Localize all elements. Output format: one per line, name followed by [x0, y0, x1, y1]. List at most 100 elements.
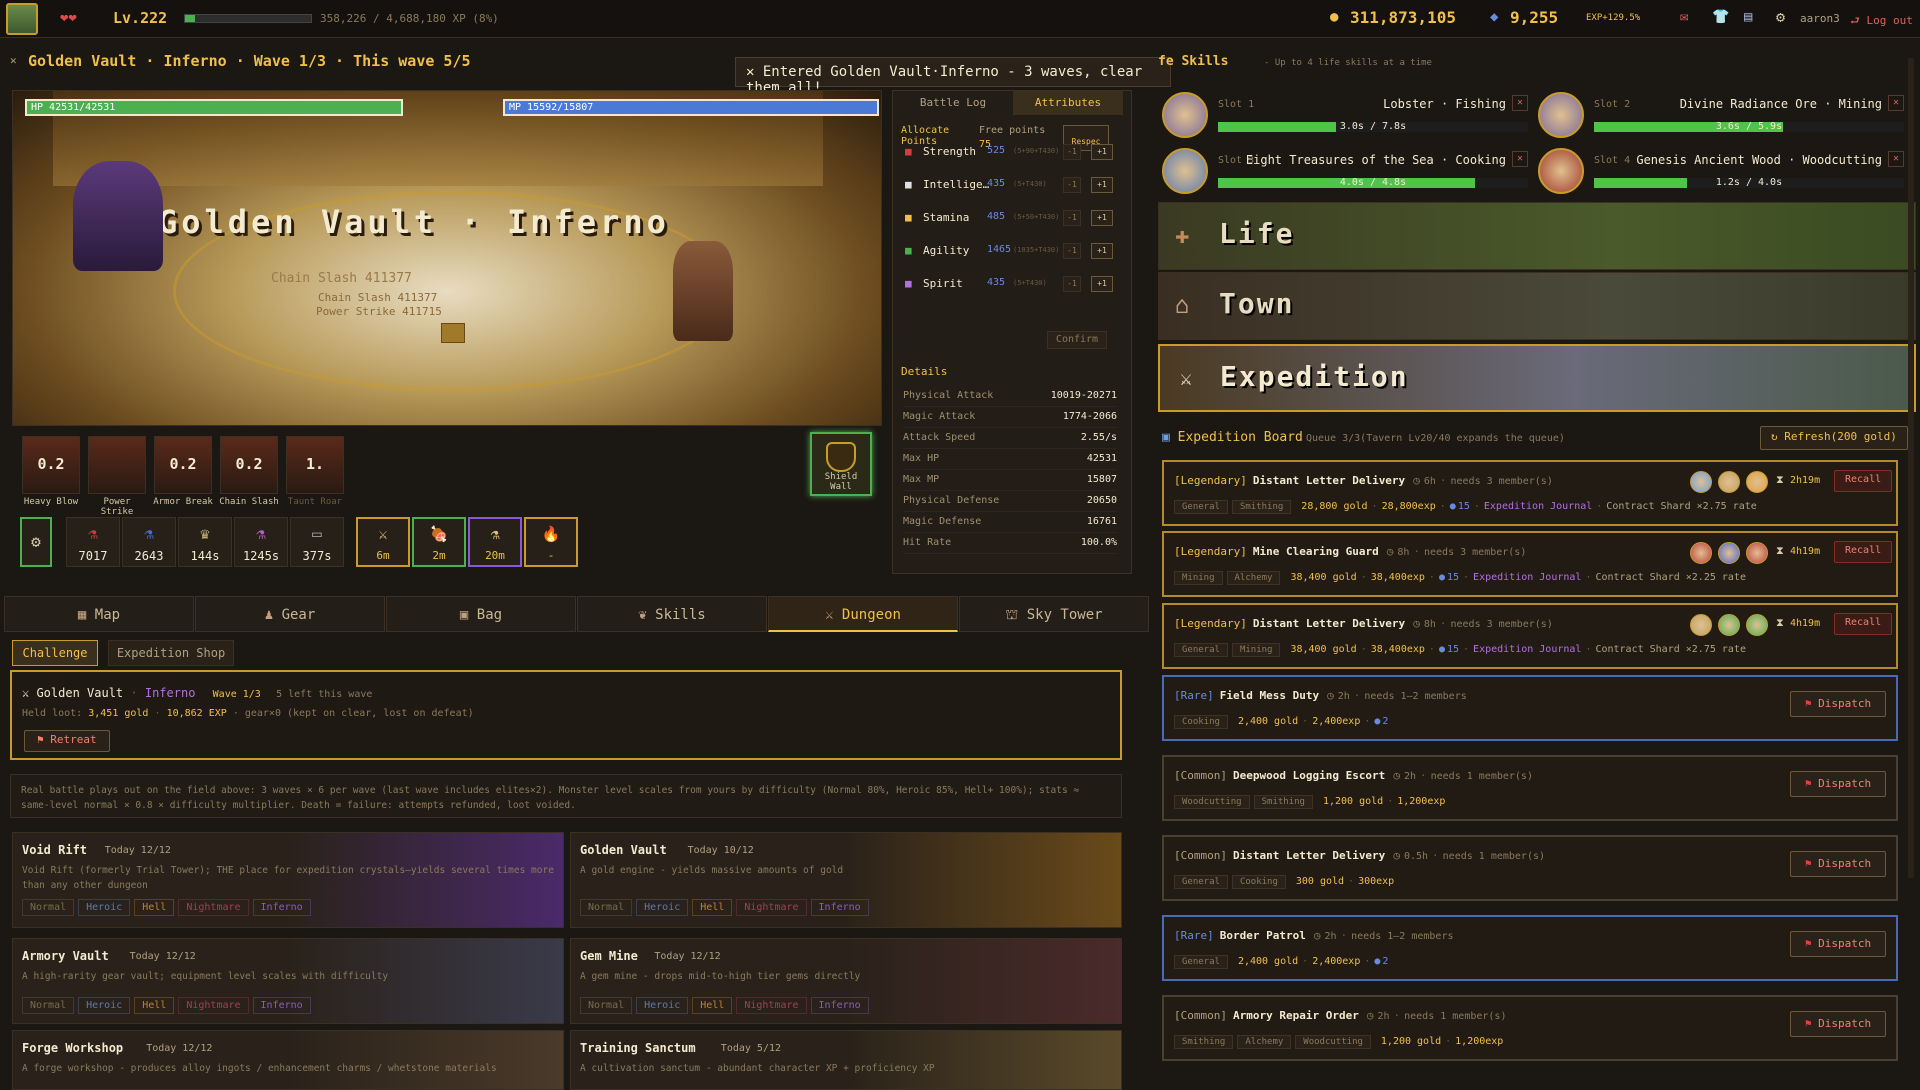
slot-close-icon[interactable]: ✕ — [1888, 151, 1904, 167]
shirt-icon[interactable]: 👕 — [1712, 9, 1729, 25]
potion-1[interactable]: ⚗ 7017 — [66, 517, 120, 567]
refresh-button[interactable]: ↻ Refresh(200 gold) — [1760, 426, 1908, 450]
right-scrollbar[interactable] — [1908, 58, 1914, 878]
tab-label: Map — [94, 607, 121, 623]
dungeon-card[interactable]: Void Rift Today 12/12 Void Rift (formerly … — [12, 832, 564, 928]
mail-icon[interactable]: ✉ — [1680, 9, 1688, 25]
expedition-title: [Legendary] Mine Clearing Guard ◷ 8h · needs … — [1174, 545, 1526, 558]
detail-value: 20650 — [1086, 495, 1117, 506]
attr-minus-button[interactable]: -1 — [1063, 243, 1081, 259]
town-icon: ⌂ — [1175, 291, 1190, 319]
attr-plus-button[interactable]: +1 — [1091, 210, 1113, 226]
recall-button[interactable]: Recall — [1834, 470, 1893, 492]
dungeon-card[interactable]: Gem Mine Today 12/12 A gem mine - drops mi… — [570, 938, 1122, 1024]
dot-sep: · — [1348, 876, 1355, 887]
skill-tag: General — [1174, 500, 1228, 514]
tab-bag[interactable]: ▣ Bag — [386, 596, 576, 632]
recall-button[interactable]: Recall — [1834, 541, 1893, 563]
difficulty-button[interactable]: Hell — [692, 899, 733, 916]
attr-minus-button[interactable]: -1 — [1063, 144, 1081, 160]
slot-close-icon[interactable]: ✕ — [1512, 95, 1528, 111]
tab-dungeon[interactable]: ⚔ Dungeon — [768, 596, 958, 632]
skill-2[interactable]: Power Strike — [88, 436, 146, 517]
dungeon-card[interactable]: Training Sanctum Today 5/12 A cultivation … — [570, 1030, 1122, 1090]
dispatch-button[interactable]: ⚑ Dispatch — [1790, 771, 1886, 797]
skill-4[interactable]: 0.2 Chain Slash — [219, 436, 279, 507]
dispatch-button[interactable]: ⚑ Dispatch — [1790, 1011, 1886, 1037]
attr-breakdown: (5+50+T430) — [1013, 213, 1060, 221]
expedition-title: [Common] Deepwood Logging Escort ◷ 2h · needs… — [1174, 769, 1533, 782]
tab-skills[interactable]: ❦ Skills — [577, 596, 767, 632]
attr-minus-button[interactable]: -1 — [1063, 177, 1081, 193]
difficulty-button[interactable]: Inferno — [810, 997, 869, 1014]
area-town[interactable]: ⌂ Town — [1158, 272, 1916, 340]
attr-plus-button[interactable]: +1 — [1091, 177, 1113, 193]
difficulty-button[interactable]: Inferno — [252, 899, 311, 916]
difficulty-button[interactable]: Hell — [134, 997, 175, 1014]
gear-icon[interactable]: ⚙ — [1776, 8, 1785, 26]
auto-potion-toggle[interactable]: ⚙ — [20, 517, 52, 567]
skill-3[interactable]: 0.2 Armor Break — [153, 436, 213, 507]
subtab-expedition-shop[interactable]: Expedition Shop — [108, 640, 234, 666]
subtab-challenge[interactable]: Challenge — [12, 640, 98, 666]
retreat-button[interactable]: ⚑ Retreat — [24, 730, 110, 752]
shield-wall-skill[interactable]: Shield Wall — [810, 432, 872, 496]
difficulty-button[interactable]: Heroic — [636, 899, 689, 916]
difficulty-button[interactable]: Heroic — [636, 997, 689, 1014]
tab-attributes[interactable]: Attributes — [1013, 91, 1123, 115]
slot-close-icon[interactable]: ✕ — [1512, 151, 1528, 167]
dungeon-card[interactable]: Forge Workshop Today 12/12 A forge worksho… — [12, 1030, 564, 1090]
attr-minus-button[interactable]: -1 — [1063, 210, 1081, 226]
potion-5[interactable]: ▭ 377s — [290, 517, 344, 567]
reward-gold: 38,400 gold — [1290, 572, 1357, 583]
difficulty-button[interactable]: Normal — [580, 997, 633, 1014]
slot-progress: 1.2s / 4.0s — [1594, 177, 1904, 188]
attr-value: 525 — [987, 145, 1006, 156]
difficulty-button[interactable]: Inferno — [810, 899, 869, 916]
dispatch-button[interactable]: ⚑ Dispatch — [1790, 691, 1886, 717]
treasure-chest[interactable] — [441, 323, 465, 343]
slot-close-icon[interactable]: ✕ — [1888, 95, 1904, 111]
attr-plus-button[interactable]: +1 — [1091, 144, 1113, 160]
difficulty-button[interactable]: Heroic — [78, 997, 131, 1014]
difficulty-button[interactable]: Normal — [22, 899, 75, 916]
difficulty-button[interactable]: Nightmare — [178, 997, 249, 1014]
mp-bar: MP 15592/15807 — [503, 99, 879, 116]
area-life[interactable]: ✚ Life — [1158, 202, 1916, 270]
player-avatar[interactable] — [6, 3, 38, 35]
dispatch-button[interactable]: ⚑ Dispatch — [1790, 931, 1886, 957]
book-icon[interactable]: ▤ — [1744, 9, 1752, 25]
recall-button[interactable]: Recall — [1834, 613, 1893, 635]
confirm-button[interactable]: Confirm — [1047, 331, 1107, 349]
skill-1[interactable]: 0.2 Heavy Blow — [22, 436, 80, 507]
attr-minus-button[interactable]: -1 — [1063, 276, 1081, 292]
difficulty-button[interactable]: Normal — [22, 997, 75, 1014]
tab-sky-tower[interactable]: ⛫ Sky Tower — [959, 596, 1149, 632]
dispatch-button[interactable]: ⚑ Dispatch — [1790, 851, 1886, 877]
potion-2[interactable]: ⚗ 2643 — [122, 517, 176, 567]
difficulty-button[interactable]: Nightmare — [178, 899, 249, 916]
potion-3[interactable]: ♛ 144s — [178, 517, 232, 567]
expedition-time: 8h — [1397, 547, 1410, 558]
potion-4[interactable]: ⚗ 1245s — [234, 517, 288, 567]
tab-gear[interactable]: ♟ Gear — [195, 596, 385, 632]
attr-plus-button[interactable]: +1 — [1091, 243, 1113, 259]
dot-sep: · — [1413, 545, 1420, 558]
difficulty-button[interactable]: Nightmare — [736, 997, 807, 1014]
tab-battle-log[interactable]: Battle Log — [893, 91, 1013, 115]
difficulty-button[interactable]: Hell — [134, 899, 175, 916]
logout-button[interactable]: ⮐ Log out — [1850, 12, 1913, 31]
difficulty-button[interactable]: Heroic — [78, 899, 131, 916]
area-expedition[interactable]: ⚔ Expedition — [1158, 344, 1916, 412]
difficulty-button[interactable]: Inferno — [252, 997, 311, 1014]
skeleton-mage-enemy[interactable] — [73, 161, 163, 271]
close-icon[interactable]: ✕ — [10, 54, 17, 67]
difficulty-button[interactable]: Nightmare — [736, 899, 807, 916]
attr-plus-button[interactable]: +1 — [1091, 276, 1113, 292]
skill-5[interactable]: 1. Taunt Roar — [286, 436, 344, 507]
dungeon-card[interactable]: Armory Vault Today 12/12 A high-rarity gea… — [12, 938, 564, 1024]
difficulty-button[interactable]: Hell — [692, 997, 733, 1014]
tab-map[interactable]: ▦ Map — [4, 596, 194, 632]
difficulty-button[interactable]: Normal — [580, 899, 633, 916]
dungeon-card[interactable]: Golden Vault Today 10/12 A gold engine - y… — [570, 832, 1122, 928]
